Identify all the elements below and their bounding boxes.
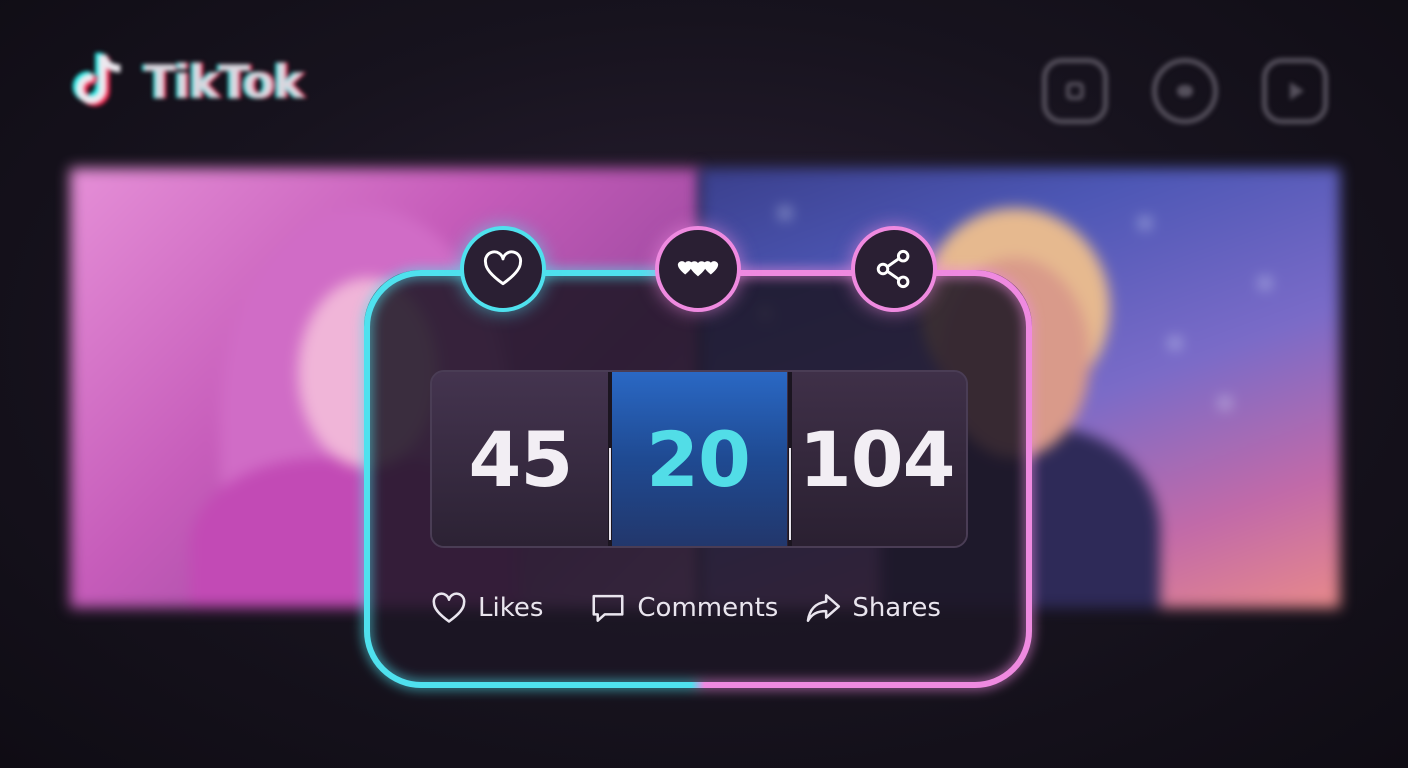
- flip-divider: [788, 372, 792, 546]
- heart-outline-icon: [432, 592, 466, 623]
- likes-label[interactable]: Likes: [430, 589, 543, 627]
- comments-label-text: Comments: [637, 593, 779, 623]
- share-arrow-icon: [807, 594, 841, 622]
- share-badge[interactable]: [851, 226, 937, 312]
- camera-icon[interactable]: [1042, 58, 1108, 124]
- share-icon: [876, 249, 910, 289]
- flip-divider: [608, 372, 612, 546]
- counter-panel: 45 20 104: [430, 370, 968, 548]
- brand-name: TikTok: [144, 55, 304, 109]
- comments-count: 20: [646, 414, 751, 504]
- comment-icon: [592, 594, 624, 622]
- engagement-stats-card: 45 20 104 Likes Comments Shares: [364, 226, 1032, 688]
- shares-count-cell: 104: [787, 372, 966, 546]
- header-actions: [1042, 58, 1328, 124]
- favorites-badge[interactable]: [655, 226, 741, 312]
- metric-labels: Likes Comments Shares: [430, 586, 968, 630]
- likes-count-cell: 45: [432, 372, 609, 546]
- heart-icon: [483, 250, 523, 286]
- likes-label-text: Likes: [478, 593, 544, 623]
- like-badge[interactable]: [460, 226, 546, 312]
- likes-count: 45: [468, 414, 573, 504]
- tiktok-logo[interactable]: TikTok: [62, 46, 304, 118]
- comments-count-cell: 20: [608, 372, 788, 546]
- hearts-icon: [677, 261, 719, 277]
- shares-label[interactable]: Shares: [804, 589, 941, 627]
- chat-bubble-icon[interactable]: [1152, 58, 1218, 124]
- tiktok-note-icon: [72, 52, 121, 107]
- comments-label[interactable]: Comments: [589, 589, 778, 627]
- video-icon[interactable]: [1262, 58, 1328, 124]
- shares-label-text: Shares: [852, 593, 941, 623]
- shares-count: 104: [798, 414, 956, 504]
